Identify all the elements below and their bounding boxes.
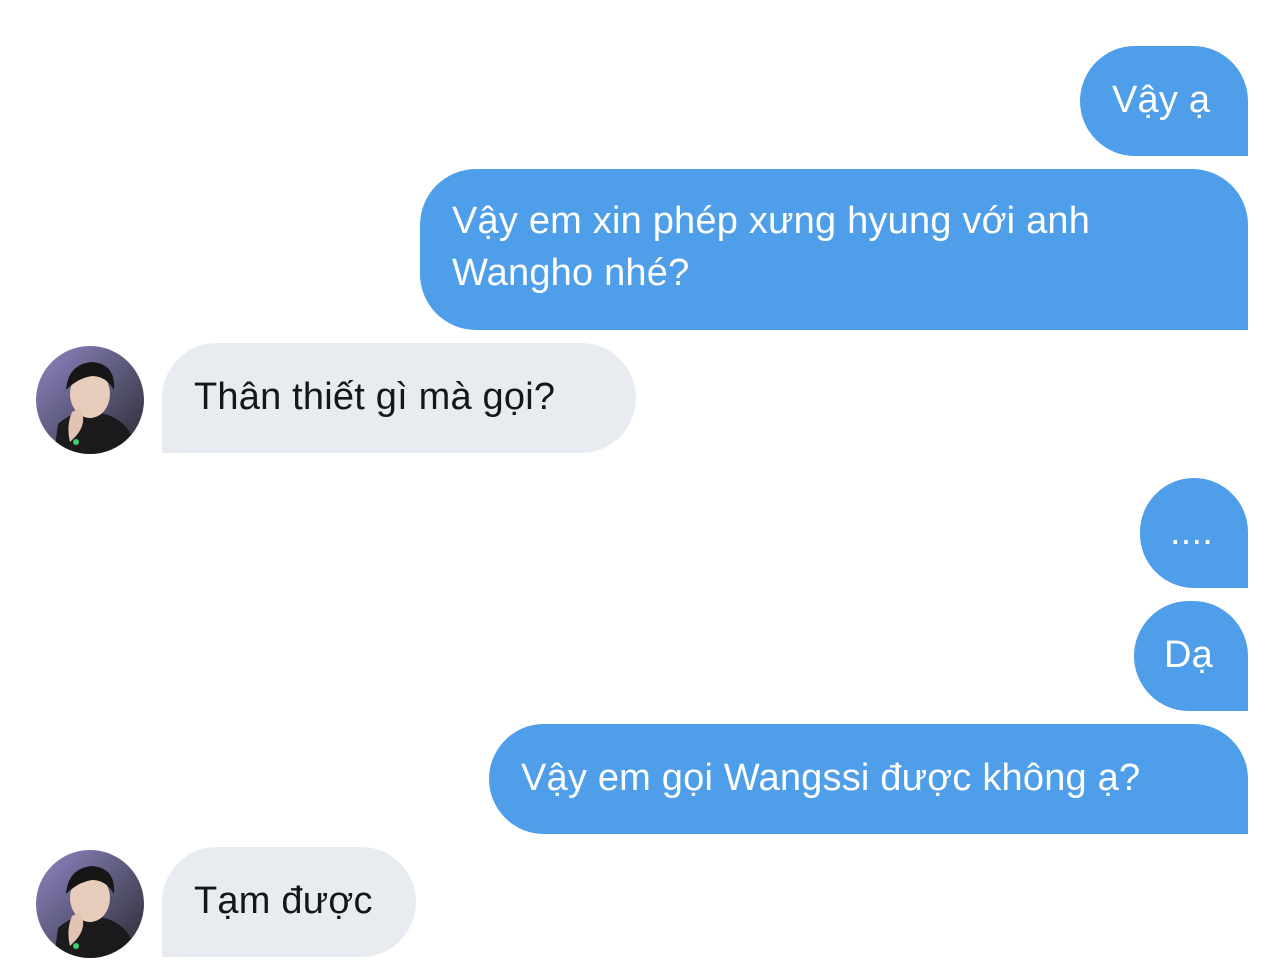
message-bubble-received[interactable]: Thân thiết gì mà gọi? <box>162 343 636 453</box>
message-text: Tạm được <box>194 880 373 922</box>
message-bubble-sent[interactable]: Vậy em gọi Wangssi được không ạ? <box>489 724 1248 834</box>
message-text: Vậy ạ <box>1112 79 1211 121</box>
message-bubble-sent[interactable]: Vậy em xin phép xưng hyung với anh Wangh… <box>420 169 1248 330</box>
contact-avatar[interactable] <box>36 850 144 958</box>
message-bubble-sent[interactable]: .... <box>1140 478 1248 588</box>
contact-avatar[interactable] <box>36 346 144 454</box>
message-bubble-sent[interactable]: Dạ <box>1134 601 1248 711</box>
message-text: Thân thiết gì mà gọi? <box>194 376 556 418</box>
message-bubble-received[interactable]: Tạm được <box>162 847 416 957</box>
message-text: Dạ <box>1164 634 1213 676</box>
message-text: Vậy em xin phép xưng hyung với anh Wangh… <box>452 200 1091 294</box>
avatar-photo-icon <box>36 346 144 454</box>
message-text: .... <box>1170 511 1214 553</box>
message-bubble-sent[interactable]: Vậy ạ <box>1080 46 1248 156</box>
avatar-photo-icon <box>36 850 144 958</box>
message-text: Vậy em gọi Wangssi được không ạ? <box>521 757 1141 799</box>
